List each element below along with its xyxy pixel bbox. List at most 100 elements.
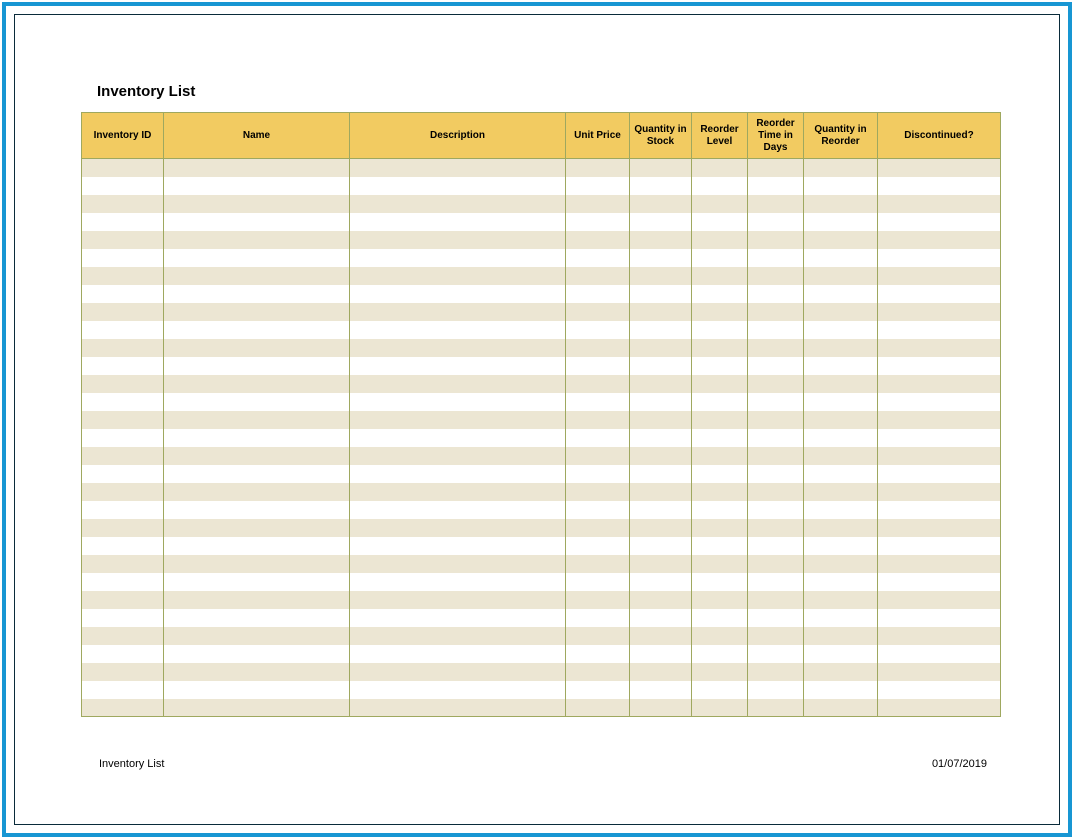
table-cell [82,573,164,591]
table-row [82,177,1001,195]
table-cell [878,195,1001,213]
table-cell [566,285,630,303]
table-cell [878,177,1001,195]
col-header-qty-stock: Quantity in Stock [630,113,692,159]
col-header-description: Description [350,113,566,159]
table-cell [566,501,630,519]
table-cell [350,627,566,645]
table-cell [164,285,350,303]
table-cell [164,681,350,699]
table-cell [350,429,566,447]
table-row [82,519,1001,537]
table-cell [82,249,164,267]
table-cell [164,429,350,447]
table-cell [748,213,804,231]
table-cell [748,519,804,537]
table-cell [692,591,748,609]
table-cell [692,483,748,501]
table-cell [350,681,566,699]
table-cell [350,213,566,231]
table-cell [350,645,566,663]
table-cell [82,627,164,645]
col-header-inventory-id: Inventory ID [82,113,164,159]
table-cell [804,447,878,465]
table-cell [164,519,350,537]
table-cell [566,159,630,177]
table-cell [82,393,164,411]
table-cell [566,663,630,681]
table-row [82,699,1001,717]
table-cell [630,357,692,375]
table-cell [748,627,804,645]
table-cell [350,321,566,339]
table-cell [878,285,1001,303]
table-cell [164,393,350,411]
table-cell [878,429,1001,447]
table-cell [164,555,350,573]
table-cell [350,393,566,411]
col-header-reorder-time: Reorder Time in Days [748,113,804,159]
table-cell [748,159,804,177]
table-cell [878,573,1001,591]
table-cell [804,483,878,501]
table-cell [692,393,748,411]
table-cell [566,699,630,717]
table-cell [630,393,692,411]
table-cell [804,231,878,249]
col-header-qty-reorder: Quantity in Reorder [804,113,878,159]
table-cell [350,285,566,303]
table-row [82,285,1001,303]
table-cell [748,681,804,699]
table-cell [692,501,748,519]
page-title: Inventory List [97,83,995,100]
table-cell [164,159,350,177]
table-cell [630,609,692,627]
table-cell [748,339,804,357]
table-cell [692,627,748,645]
table-cell [748,411,804,429]
table-cell [164,663,350,681]
table-row [82,483,1001,501]
table-cell [692,375,748,393]
table-cell [566,213,630,231]
table-cell [804,591,878,609]
table-cell [878,159,1001,177]
table-cell [164,537,350,555]
table-cell [350,537,566,555]
table-cell [566,249,630,267]
table-cell [630,699,692,717]
table-cell [566,483,630,501]
table-cell [82,411,164,429]
table-row [82,681,1001,699]
table-cell [566,339,630,357]
table-cell [82,321,164,339]
table-row [82,249,1001,267]
table-cell [748,429,804,447]
table-cell [804,609,878,627]
table-cell [804,465,878,483]
table-cell [566,537,630,555]
table-cell [350,177,566,195]
table-cell [878,249,1001,267]
table-cell [82,231,164,249]
table-cell [82,591,164,609]
table-cell [566,555,630,573]
table-cell [350,501,566,519]
table-cell [566,393,630,411]
table-cell [350,663,566,681]
table-cell [630,627,692,645]
table-cell [630,483,692,501]
table-cell [804,699,878,717]
table-cell [82,681,164,699]
table-cell [82,555,164,573]
table-row [82,663,1001,681]
table-cell [630,267,692,285]
table-cell [748,177,804,195]
table-cell [804,267,878,285]
table-cell [566,519,630,537]
table-row [82,231,1001,249]
table-cell [82,357,164,375]
table-cell [878,627,1001,645]
table-row [82,447,1001,465]
table-cell [804,519,878,537]
